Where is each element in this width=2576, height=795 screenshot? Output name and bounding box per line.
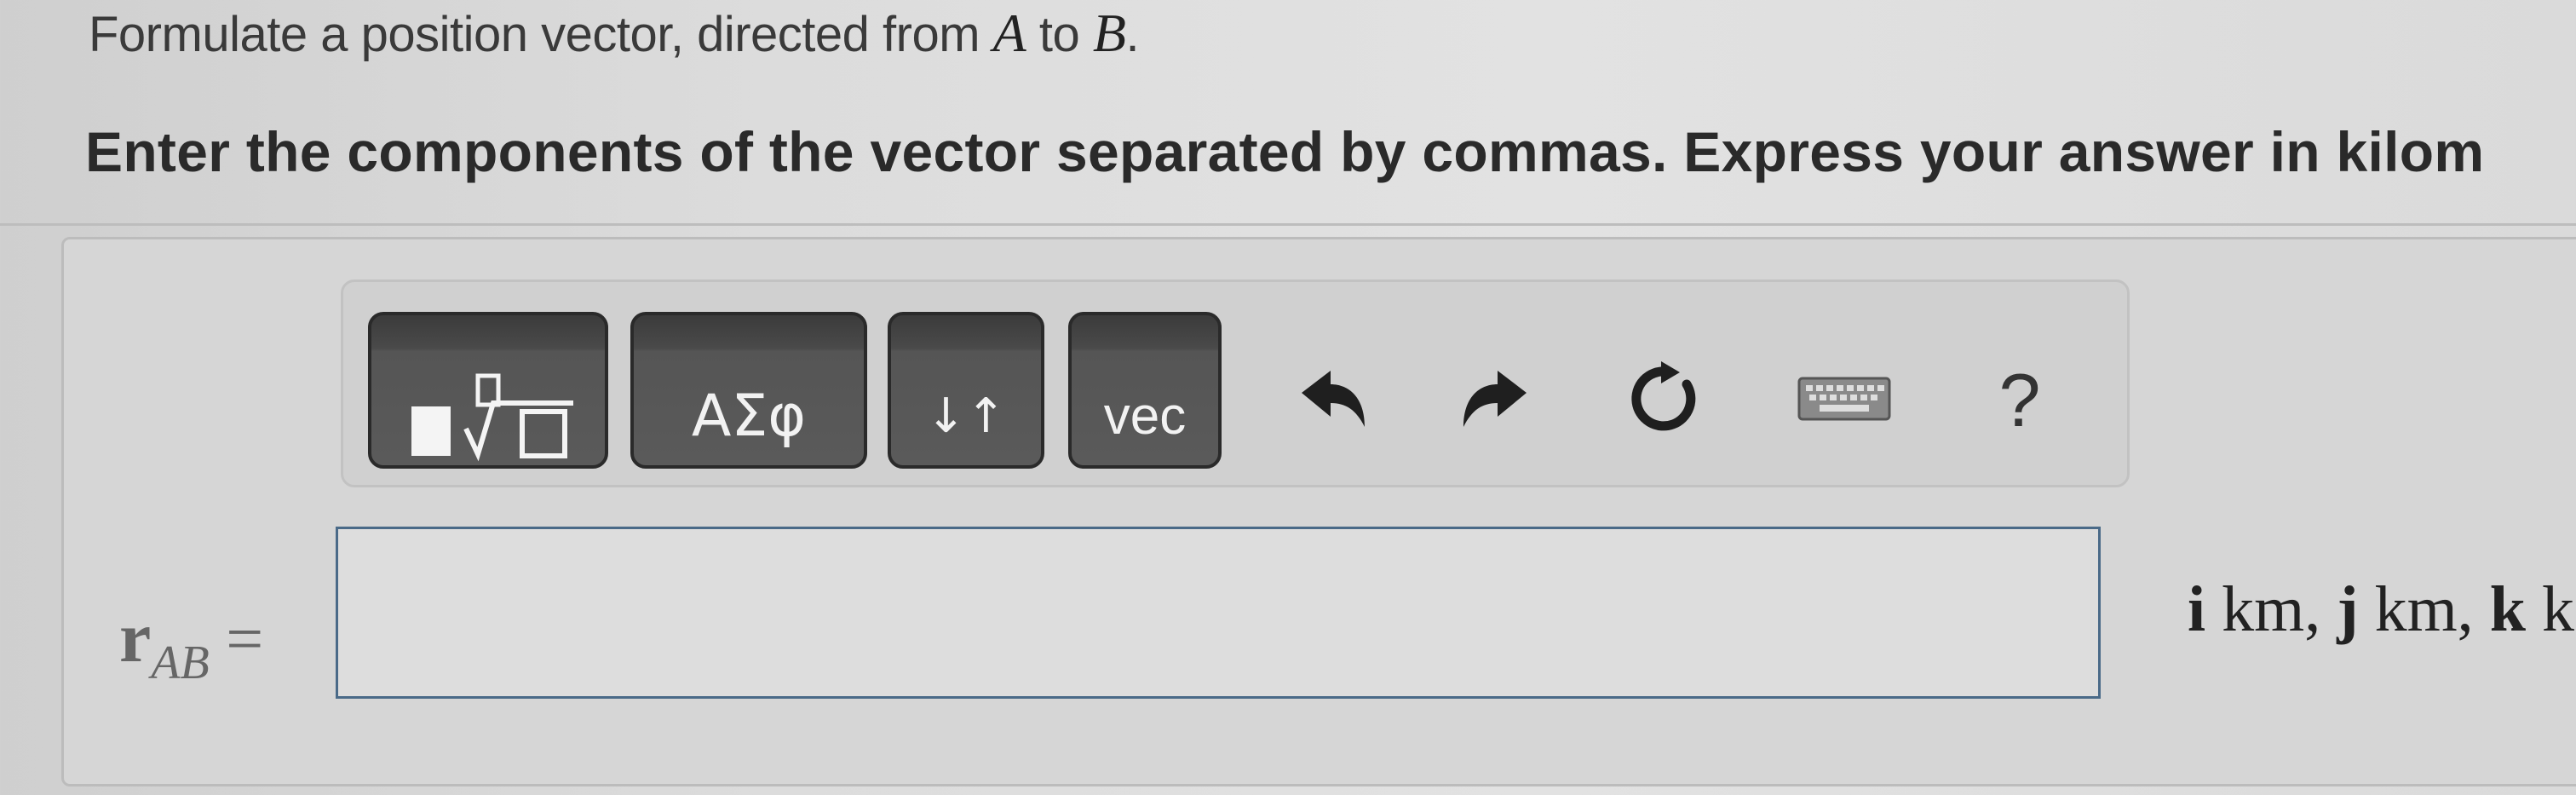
reset-button[interactable] bbox=[1619, 341, 1712, 460]
unit-i-text: km, bbox=[2205, 573, 2337, 645]
unit-vector-j: j bbox=[2337, 573, 2359, 645]
help-button[interactable]: ? bbox=[1973, 341, 2067, 460]
vector-symbol: r bbox=[119, 598, 152, 677]
help-icon: ? bbox=[1998, 358, 2041, 442]
vector-units: i km, j km, k k bbox=[2188, 573, 2574, 647]
prompt-text-after: . bbox=[1125, 7, 1140, 62]
keyboard-icon bbox=[1797, 377, 1891, 425]
unit-k-text: k bbox=[2525, 573, 2574, 645]
vector-label: vec bbox=[1103, 386, 1187, 446]
answer-instruction: Enter the components of the vector separ… bbox=[85, 120, 2485, 183]
redo-icon bbox=[1458, 367, 1532, 435]
greek-symbols-button[interactable]: ΑΣφ bbox=[630, 312, 867, 469]
equals-sign: = bbox=[209, 602, 264, 676]
fraction-root-template-icon bbox=[394, 369, 582, 463]
question-prompt: Formulate a position vector, directed fr… bbox=[89, 2, 1140, 65]
undo-icon bbox=[1297, 367, 1370, 435]
vector-answer-input[interactable] bbox=[336, 527, 2101, 699]
point-b-label: B bbox=[1092, 3, 1126, 63]
prompt-text-middle: to bbox=[1026, 7, 1093, 62]
vector-variable-label: rAB = bbox=[119, 596, 263, 690]
point-a-label: A bbox=[992, 3, 1026, 63]
prompt-text-before: Formulate a position vector, directed fr… bbox=[89, 7, 993, 62]
templates-button[interactable] bbox=[368, 312, 608, 469]
unit-j-text: km, bbox=[2358, 573, 2490, 645]
subscript-superscript-button[interactable]: ↓↑ bbox=[888, 312, 1044, 469]
subscript-superscript-label: ↓↑ bbox=[926, 388, 1006, 444]
unit-vector-k: k bbox=[2489, 573, 2526, 645]
divider bbox=[0, 223, 2576, 226]
vector-subscript: AB bbox=[151, 637, 210, 689]
undo-button[interactable] bbox=[1286, 341, 1380, 460]
redo-button[interactable] bbox=[1448, 341, 1542, 460]
unit-vector-i: i bbox=[2188, 573, 2206, 645]
keyboard-button[interactable] bbox=[1789, 341, 1900, 460]
reset-icon bbox=[1627, 360, 1704, 441]
vector-button[interactable]: vec bbox=[1068, 312, 1222, 469]
greek-symbols-label: ΑΣφ bbox=[691, 382, 807, 450]
